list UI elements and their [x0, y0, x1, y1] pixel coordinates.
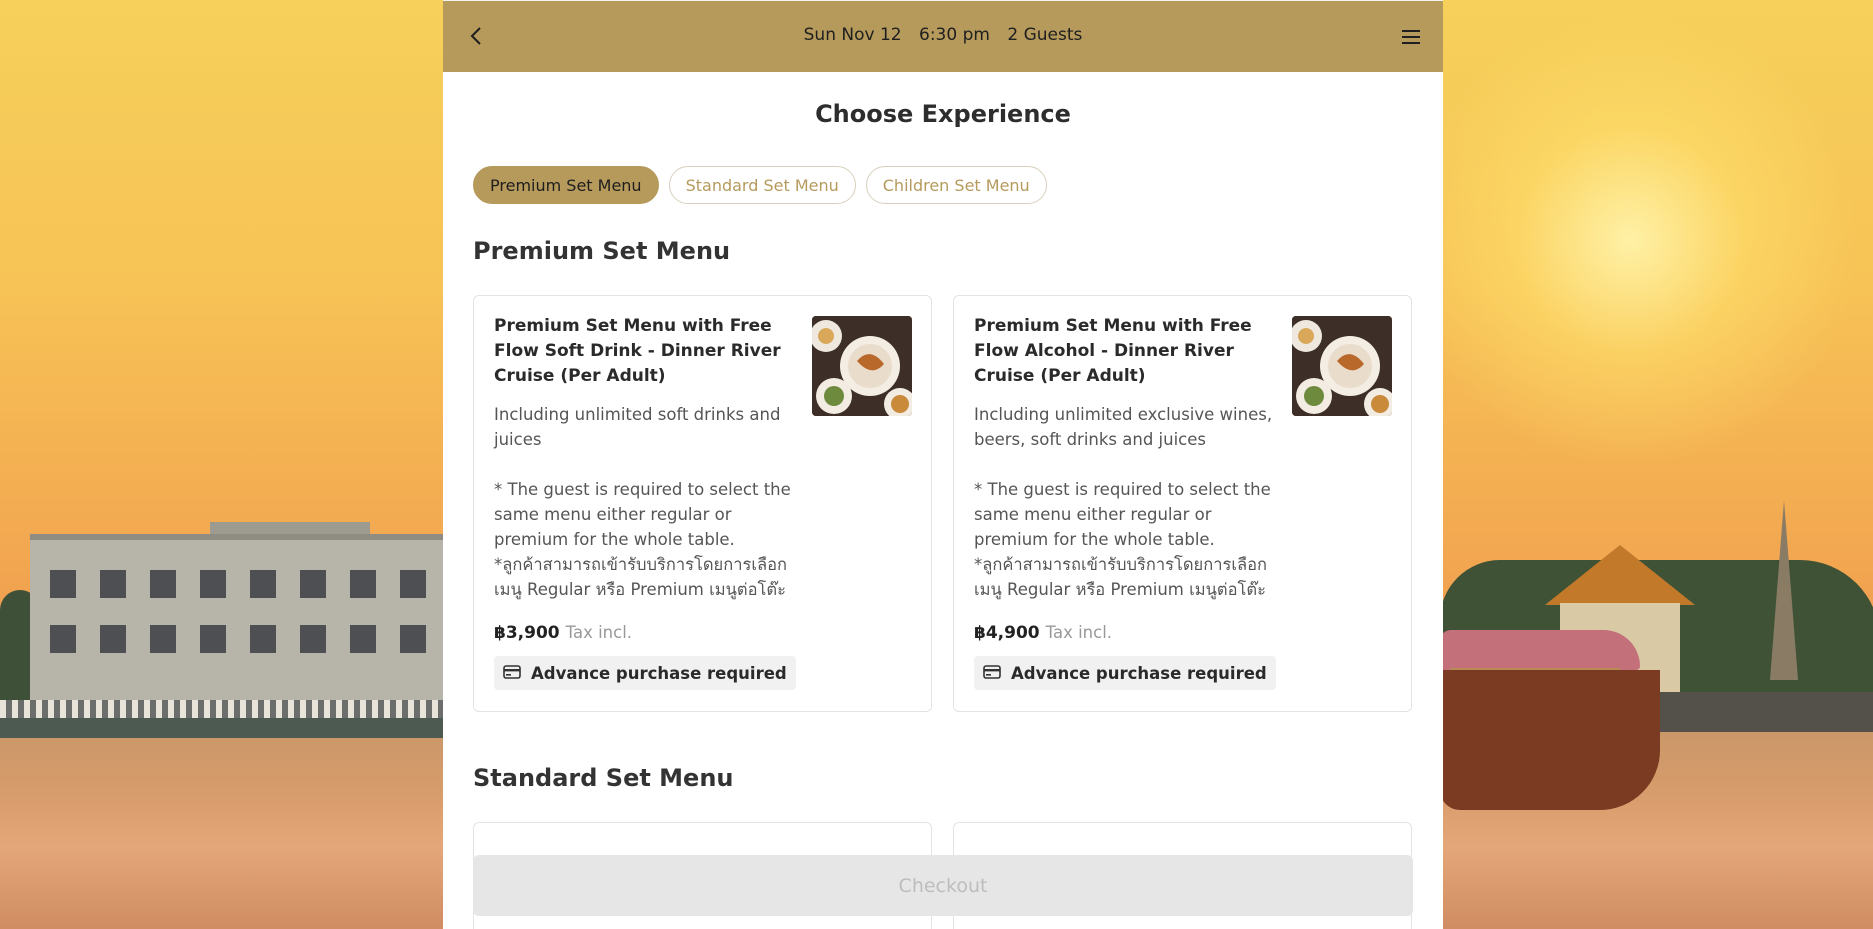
- reservation-summary[interactable]: Sun Nov 12 6:30 pm 2 Guests: [443, 25, 1443, 45]
- tab-premium-set-menu[interactable]: Premium Set Menu: [473, 166, 659, 204]
- reservation-date: Sun Nov 12: [803, 25, 902, 45]
- menu-card-title: Premium Set Menu with Free Flow Soft Dri…: [494, 316, 781, 386]
- menu-card[interactable]: Premium Set Menu with Free Flow Alcohol …: [953, 295, 1412, 712]
- section-title-standard: Standard Set Menu: [473, 764, 734, 792]
- menu-food-photo: [812, 316, 912, 416]
- menu-card-description: Including unlimited soft drinks and juic…: [494, 405, 791, 599]
- river-boat: [1440, 670, 1660, 810]
- price-value: ฿4,900: [974, 623, 1040, 643]
- boat-roof: [1440, 630, 1640, 670]
- menu-tabs: Premium Set Menu Standard Set Menu Child…: [473, 166, 1047, 204]
- advance-purchase-badge: Advance purchase required: [974, 656, 1276, 690]
- advance-purchase-badge: Advance purchase required: [494, 656, 796, 690]
- riverside-building: [30, 534, 450, 708]
- page-title: Choose Experience: [815, 100, 1071, 128]
- credit-card-icon: [983, 664, 1001, 683]
- menu-card-title: Premium Set Menu with Free Flow Alcohol …: [974, 316, 1252, 386]
- menu-price: ฿3,900 Tax incl.: [494, 623, 632, 643]
- temple-spire: [1770, 500, 1798, 680]
- badge-label: Advance purchase required: [531, 663, 787, 683]
- tax-note: Tax incl.: [565, 623, 633, 642]
- menu-card-description: Including unlimited exclusive wines, bee…: [974, 405, 1273, 599]
- badge-label: Advance purchase required: [1011, 663, 1267, 683]
- menu-card[interactable]: Premium Set Menu with Free Flow Soft Dri…: [473, 295, 932, 712]
- section-title-premium: Premium Set Menu: [473, 237, 731, 265]
- checkout-button[interactable]: Checkout: [473, 855, 1413, 916]
- tax-note: Tax incl.: [1045, 623, 1113, 642]
- riverside-fence: [0, 700, 460, 718]
- hamburger-menu-icon[interactable]: [1399, 25, 1423, 49]
- price-value: ฿3,900: [494, 623, 560, 643]
- sun-glow: [1400, 10, 1860, 470]
- top-bar: Sun Nov 12 6:30 pm 2 Guests: [443, 0, 1443, 72]
- credit-card-icon: [503, 664, 521, 683]
- reservation-time: 6:30 pm: [919, 25, 990, 45]
- menu-food-photo: [1292, 316, 1392, 416]
- reservation-guests: 2 Guests: [1007, 25, 1083, 45]
- booking-panel: Sun Nov 12 6:30 pm 2 Guests Choose Exper…: [443, 0, 1443, 929]
- tab-standard-set-menu[interactable]: Standard Set Menu: [668, 166, 856, 204]
- menu-price: ฿4,900 Tax incl.: [974, 623, 1112, 643]
- tab-children-set-menu[interactable]: Children Set Menu: [865, 166, 1047, 204]
